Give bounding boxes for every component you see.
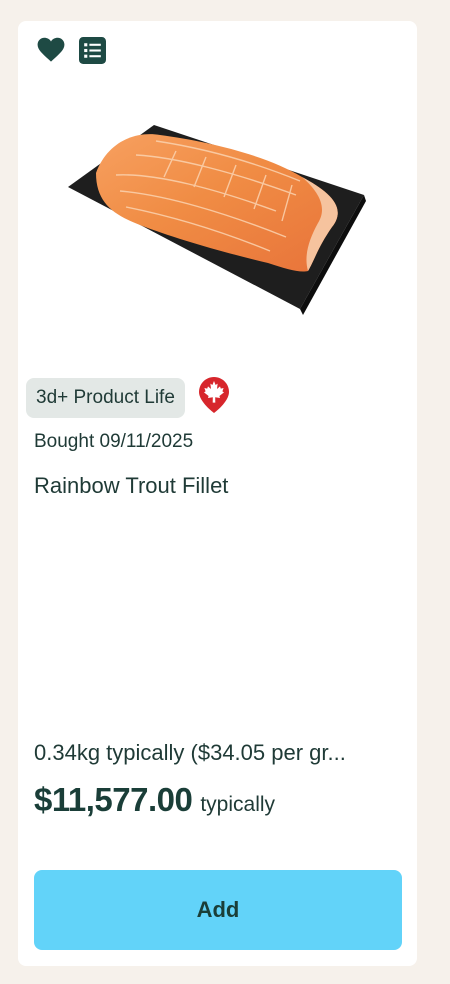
price-qualifier: typically xyxy=(200,793,276,816)
product-name[interactable]: Rainbow Trout Fillet xyxy=(34,473,228,499)
card-actions xyxy=(37,36,106,64)
price: $11,577.00 xyxy=(34,781,193,818)
add-button[interactable]: Add xyxy=(34,870,402,950)
heart-icon[interactable] xyxy=(37,36,65,64)
maple-leaf-icon xyxy=(197,375,231,420)
product-card: 3d+ Product Life Bought 09/11/2025 Rainb… xyxy=(18,21,417,966)
weight-and-unit-price: 0.34kg typically ($34.05 per gr... xyxy=(34,740,346,765)
purchase-date: Bought 09/11/2025 xyxy=(34,431,194,452)
tag-row: 3d+ Product Life xyxy=(26,375,231,420)
list-icon[interactable] xyxy=(78,36,106,64)
product-image[interactable] xyxy=(56,111,376,341)
product-life-badge: 3d+ Product Life xyxy=(26,377,185,418)
price-row: $11,577.00 typically xyxy=(34,781,275,819)
